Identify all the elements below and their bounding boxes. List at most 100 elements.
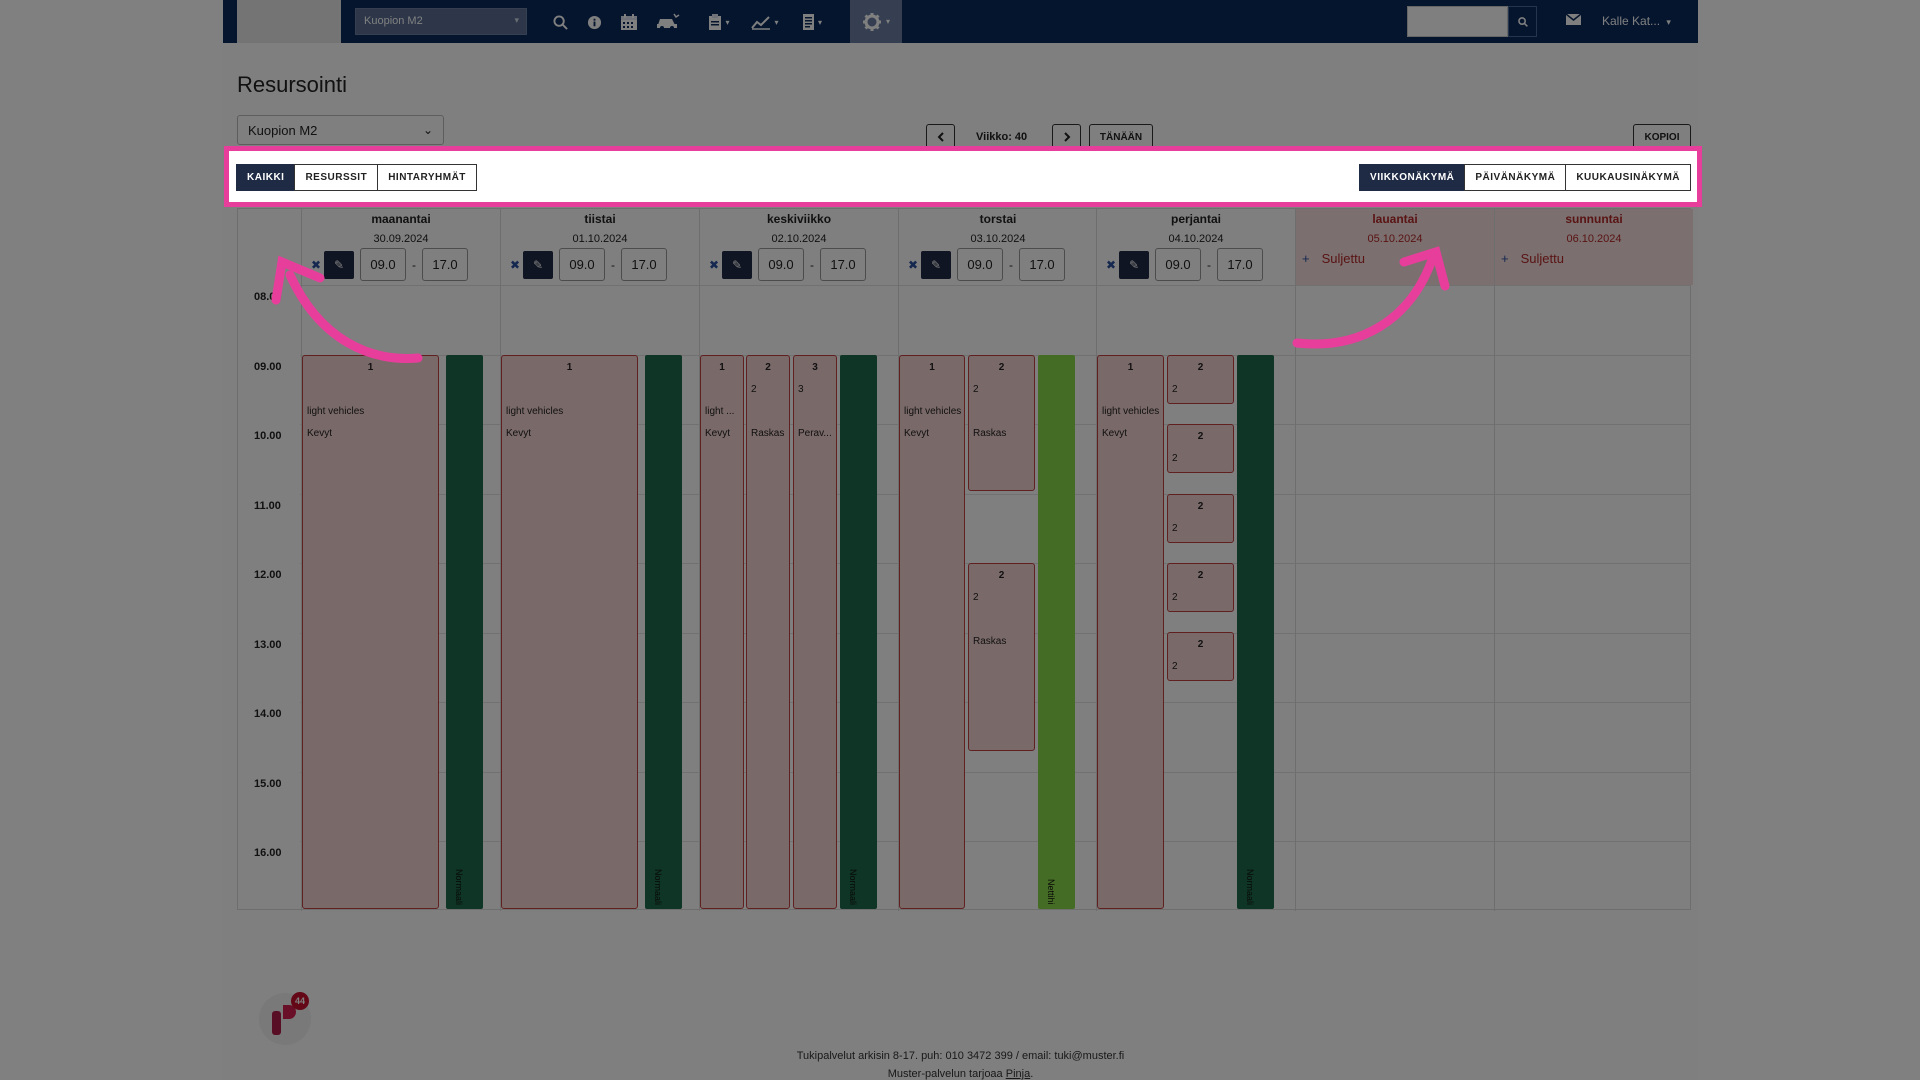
day-header-maanantai: maanantai 30.09.2024 ✖ ✎ 09.0 - 17.0 <box>301 209 500 285</box>
close-icon[interactable]: ✖ <box>905 258 921 272</box>
close-time-input[interactable]: 17.0 <box>1019 248 1065 281</box>
price-group-bar[interactable]: Normaali <box>1237 355 1274 909</box>
reservation-block[interactable]: 2 2 Raskas <box>968 355 1035 491</box>
hour-gridline <box>300 285 1690 286</box>
close-time-input[interactable]: 17.0 <box>422 248 468 281</box>
close-time-input[interactable]: 17.0 <box>621 248 667 281</box>
edit-hours-button[interactable]: ✎ <box>722 250 752 279</box>
reservation-text: light vehicles <box>1102 406 1160 417</box>
close-time-input[interactable]: 17.0 <box>1217 248 1263 281</box>
price-group-bar[interactable]: Nettihi <box>1038 355 1075 909</box>
reservation-block[interactable]: 22 <box>1167 424 1234 473</box>
footer-provider-end: . <box>1030 1068 1034 1080</box>
close-icon[interactable]: ✖ <box>706 258 722 272</box>
search-icon[interactable] <box>548 9 572 35</box>
footer-support: Tukipalvelut arkisin 8-17. puh: 010 3472… <box>796 1050 1125 1062</box>
user-menu[interactable]: Kalle Kat... ▾ <box>1602 14 1671 28</box>
reservation-block[interactable]: 22 <box>1167 632 1234 681</box>
opening-hours: ✖ ✎ 09.0 - 17.0 <box>308 248 468 281</box>
hour-label: 11.00 <box>254 499 281 512</box>
reservation-number: 2 <box>998 570 1005 581</box>
tab-kuukausinakyma[interactable]: KUUKAUSINÄKYMÄ <box>1565 164 1691 191</box>
price-group-bar[interactable]: Normaali <box>840 355 877 909</box>
reservation-number: 1 <box>566 362 573 373</box>
close-icon[interactable]: ✖ <box>507 258 523 272</box>
tab-resurssit[interactable]: RESURSSIT <box>294 164 379 191</box>
chevron-down-icon: ▾ <box>817 17 822 27</box>
clipboard-icon[interactable]: ▾ <box>701 9 737 35</box>
reservation-text: 2 <box>751 384 757 395</box>
price-group-bar[interactable]: Normaali <box>645 355 682 909</box>
time-separator: - <box>611 257 615 272</box>
document-icon[interactable]: ▾ <box>795 9 829 35</box>
add-icon[interactable]: + <box>1501 251 1509 266</box>
filter-tabs: KAIKKI RESURSSIT HINTARYHMÄT <box>236 164 477 191</box>
chevron-down-icon: ⌄ <box>422 123 433 137</box>
mail-icon[interactable] <box>1565 12 1582 29</box>
close-icon[interactable]: ✖ <box>308 258 324 272</box>
price-group-bar[interactable]: Normaali <box>446 355 483 909</box>
brand-logo-icon <box>272 1005 296 1035</box>
reservation-block[interactable]: 3 3 Perav... <box>793 355 837 909</box>
tab-kaikki[interactable]: KAIKKI <box>236 164 296 191</box>
chart-icon[interactable]: ▾ <box>745 9 785 35</box>
hour-label: 10.00 <box>254 430 282 442</box>
reservation-block[interactable]: 22 <box>1167 563 1234 612</box>
open-time-input[interactable]: 09.0 <box>559 248 605 281</box>
reservation-block[interactable]: 1 light vehicles Kevyt <box>1097 355 1164 909</box>
close-time-input[interactable]: 17.0 <box>820 248 866 281</box>
reservation-text: 2 <box>973 592 979 603</box>
reservation-block[interactable]: 22 <box>1167 494 1234 543</box>
reservation-block[interactable]: 1 light vehicles Kevyt <box>302 355 439 909</box>
footer-provider-link[interactable]: Pinja <box>1006 1068 1030 1080</box>
day-header-perjantai: perjantai 04.10.2024 ✖ ✎ 09.0 - 17.0 <box>1096 209 1295 285</box>
info-icon[interactable] <box>582 9 606 35</box>
settings-menu[interactable]: ▾ <box>850 0 902 43</box>
day-name: maanantai <box>371 212 431 226</box>
reservation-block[interactable]: 22 <box>1167 355 1234 404</box>
reservation-number: 1 <box>929 362 935 373</box>
day-name: torstai <box>979 212 1017 226</box>
day-header-torstai: torstai 03.10.2024 ✖ ✎ 09.0 - 17.0 <box>898 209 1097 285</box>
nav-search-button[interactable] <box>1508 6 1537 37</box>
tab-hintaryhmat[interactable]: HINTARYHMÄT <box>377 164 477 191</box>
notification-badge: 44 <box>291 992 309 1010</box>
reservation-block[interactable]: 2 2 Raskas <box>968 563 1035 751</box>
open-time-input[interactable]: 09.0 <box>758 248 804 281</box>
reservation-block[interactable]: 1 light vehicles Kevyt <box>899 355 965 909</box>
open-time-input[interactable]: 09.0 <box>957 248 1003 281</box>
location-select[interactable]: Kuopion M2 ⌄ <box>237 115 444 145</box>
reservation-text: Kevyt <box>307 428 333 439</box>
tab-viikkonakyma[interactable]: VIIKKONÄKYMÄ <box>1359 164 1466 191</box>
reservation-text: Raskas <box>973 428 1007 439</box>
day-date: 02.10.2024 <box>771 233 827 245</box>
opening-hours: ✖ ✎ 09.0 - 17.0 <box>507 248 667 281</box>
edit-hours-button[interactable]: ✎ <box>523 250 553 279</box>
reservation-block[interactable]: 1 light ... Kevyt <box>700 355 744 909</box>
reservation-number: 3 <box>812 362 818 373</box>
tab-paivanakyma[interactable]: PÄIVÄNÄKYMÄ <box>1464 164 1567 191</box>
time-separator: - <box>1207 257 1211 272</box>
price-group-label: Normaali <box>653 868 663 905</box>
edit-hours-button[interactable]: ✎ <box>921 250 951 279</box>
open-time-input[interactable]: 09.0 <box>360 248 406 281</box>
logo-area[interactable] <box>237 0 341 43</box>
add-icon[interactable]: + <box>1302 251 1310 266</box>
edit-hours-button[interactable]: ✎ <box>324 250 354 279</box>
close-icon[interactable]: ✖ <box>1103 258 1119 272</box>
edit-hours-button[interactable]: ✎ <box>1119 250 1149 279</box>
day-name: sunnuntai <box>1565 212 1623 226</box>
day-date: 04.10.2024 <box>1168 233 1224 245</box>
chevron-left-icon <box>937 132 944 142</box>
reservation-block[interactable]: 1 light vehicles Kevyt <box>501 355 638 909</box>
car-icon[interactable] <box>653 9 683 35</box>
hour-label: 15.00 <box>254 777 282 790</box>
nav-location-select[interactable]: Kuopion M2 ▾ <box>355 8 527 35</box>
reservation-number: 1 <box>1127 362 1134 373</box>
calendar-icon[interactable] <box>615 9 643 35</box>
day-name: perjantai <box>1170 212 1221 226</box>
open-time-input[interactable]: 09.0 <box>1155 248 1201 281</box>
nav-search-input[interactable] <box>1407 6 1508 37</box>
week-label: Viikko: 40 <box>976 131 1028 143</box>
reservation-block[interactable]: 2 2 Raskas <box>746 355 790 909</box>
